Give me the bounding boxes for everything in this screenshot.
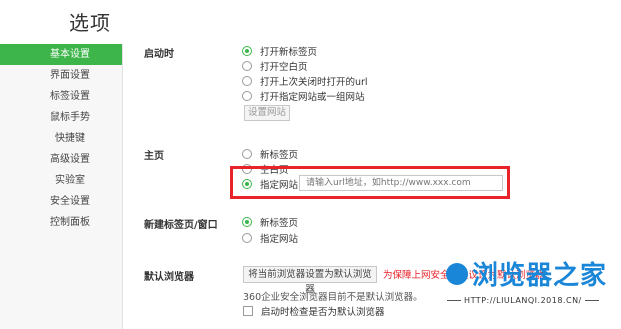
set-default-browser-button[interactable]: 将当前浏览器设置为默认浏览器: [243, 266, 377, 295]
status-text: 360企业安全浏览器目前不是默认浏览器。: [243, 292, 423, 303]
radio-icon[interactable]: [242, 91, 252, 101]
option-label: 指定网站: [260, 234, 299, 245]
new-tab-option-specific-site[interactable]: 指定网站: [242, 231, 298, 245]
sidebar-item-shortcuts[interactable]: 快捷键: [0, 128, 122, 149]
startup-option-last-session[interactable]: 打开上次关闭时打开的url: [242, 74, 368, 88]
option-label: 打开新标签页: [260, 47, 318, 58]
sidebar-item-mouse-gestures[interactable]: 鼠标手势: [0, 107, 122, 128]
startup-option-specific-sites[interactable]: 打开指定网站或一组网站: [242, 89, 365, 103]
startup-option-blank[interactable]: 打开空白页: [242, 59, 308, 73]
checkbox-icon[interactable]: [243, 306, 253, 316]
brand-logo: 浏览器之家: [446, 255, 607, 292]
new-tab-option-new-tab[interactable]: 新标签页: [242, 215, 298, 229]
brand-name: 浏览器之家: [472, 261, 608, 291]
option-label: 新标签页: [260, 150, 299, 161]
homepage-label: 主页: [144, 151, 164, 162]
set-sites-button[interactable]: 设置网站: [244, 105, 290, 121]
highlight-annotation-box: [230, 166, 510, 199]
startup-label: 启动时: [144, 49, 174, 60]
radio-icon[interactable]: [242, 233, 252, 243]
sidebar-item-labs[interactable]: 实验室: [0, 170, 122, 191]
option-label: 打开空白页: [260, 62, 308, 73]
check-default-on-start[interactable]: 启动时检查是否为默认浏览器: [243, 304, 385, 318]
radio-icon[interactable]: [242, 61, 252, 71]
sidebar-item-security[interactable]: 安全设置: [0, 191, 122, 212]
default-browser-label: 默认浏览器: [144, 272, 194, 283]
option-label: 打开指定网站或一组网站: [260, 92, 365, 103]
checkbox-label: 启动时检查是否为默认浏览器: [261, 307, 385, 318]
radio-icon[interactable]: [242, 76, 252, 86]
sidebar-item-advanced[interactable]: 高级设置: [0, 149, 122, 170]
option-label: 打开上次关闭时打开的url: [260, 77, 368, 88]
radio-icon[interactable]: [242, 149, 252, 159]
sidebar-item-basic[interactable]: 基本设置: [0, 44, 122, 65]
sidebar-item-control-panel[interactable]: 控制面板: [0, 212, 122, 233]
default-browser-status: 360企业安全浏览器目前不是默认浏览器。: [243, 289, 423, 303]
brand-url-text: HTTP://LIULANQI.2018.CN/: [464, 296, 582, 305]
brand-url: HTTP://LIULANQI.2018.CN/: [447, 296, 599, 305]
radio-selected-icon[interactable]: [242, 46, 252, 56]
homepage-option-new-tab[interactable]: 新标签页: [242, 147, 298, 161]
new-tab-label: 新建标签页/窗口: [144, 220, 218, 231]
browser-logo-icon: [446, 262, 468, 285]
sidebar-item-tabs[interactable]: 标签设置: [0, 86, 122, 107]
startup-option-new-tab[interactable]: 打开新标签页: [242, 44, 317, 58]
radio-selected-icon[interactable]: [242, 217, 252, 227]
sidebar: 基本设置 界面设置 标签设置 鼠标手势 快捷键 高级设置 实验室 安全设置 控制…: [0, 44, 123, 329]
sidebar-item-interface[interactable]: 界面设置: [0, 65, 122, 86]
page-title: 选项: [69, 11, 111, 35]
option-label: 新标签页: [260, 218, 299, 229]
